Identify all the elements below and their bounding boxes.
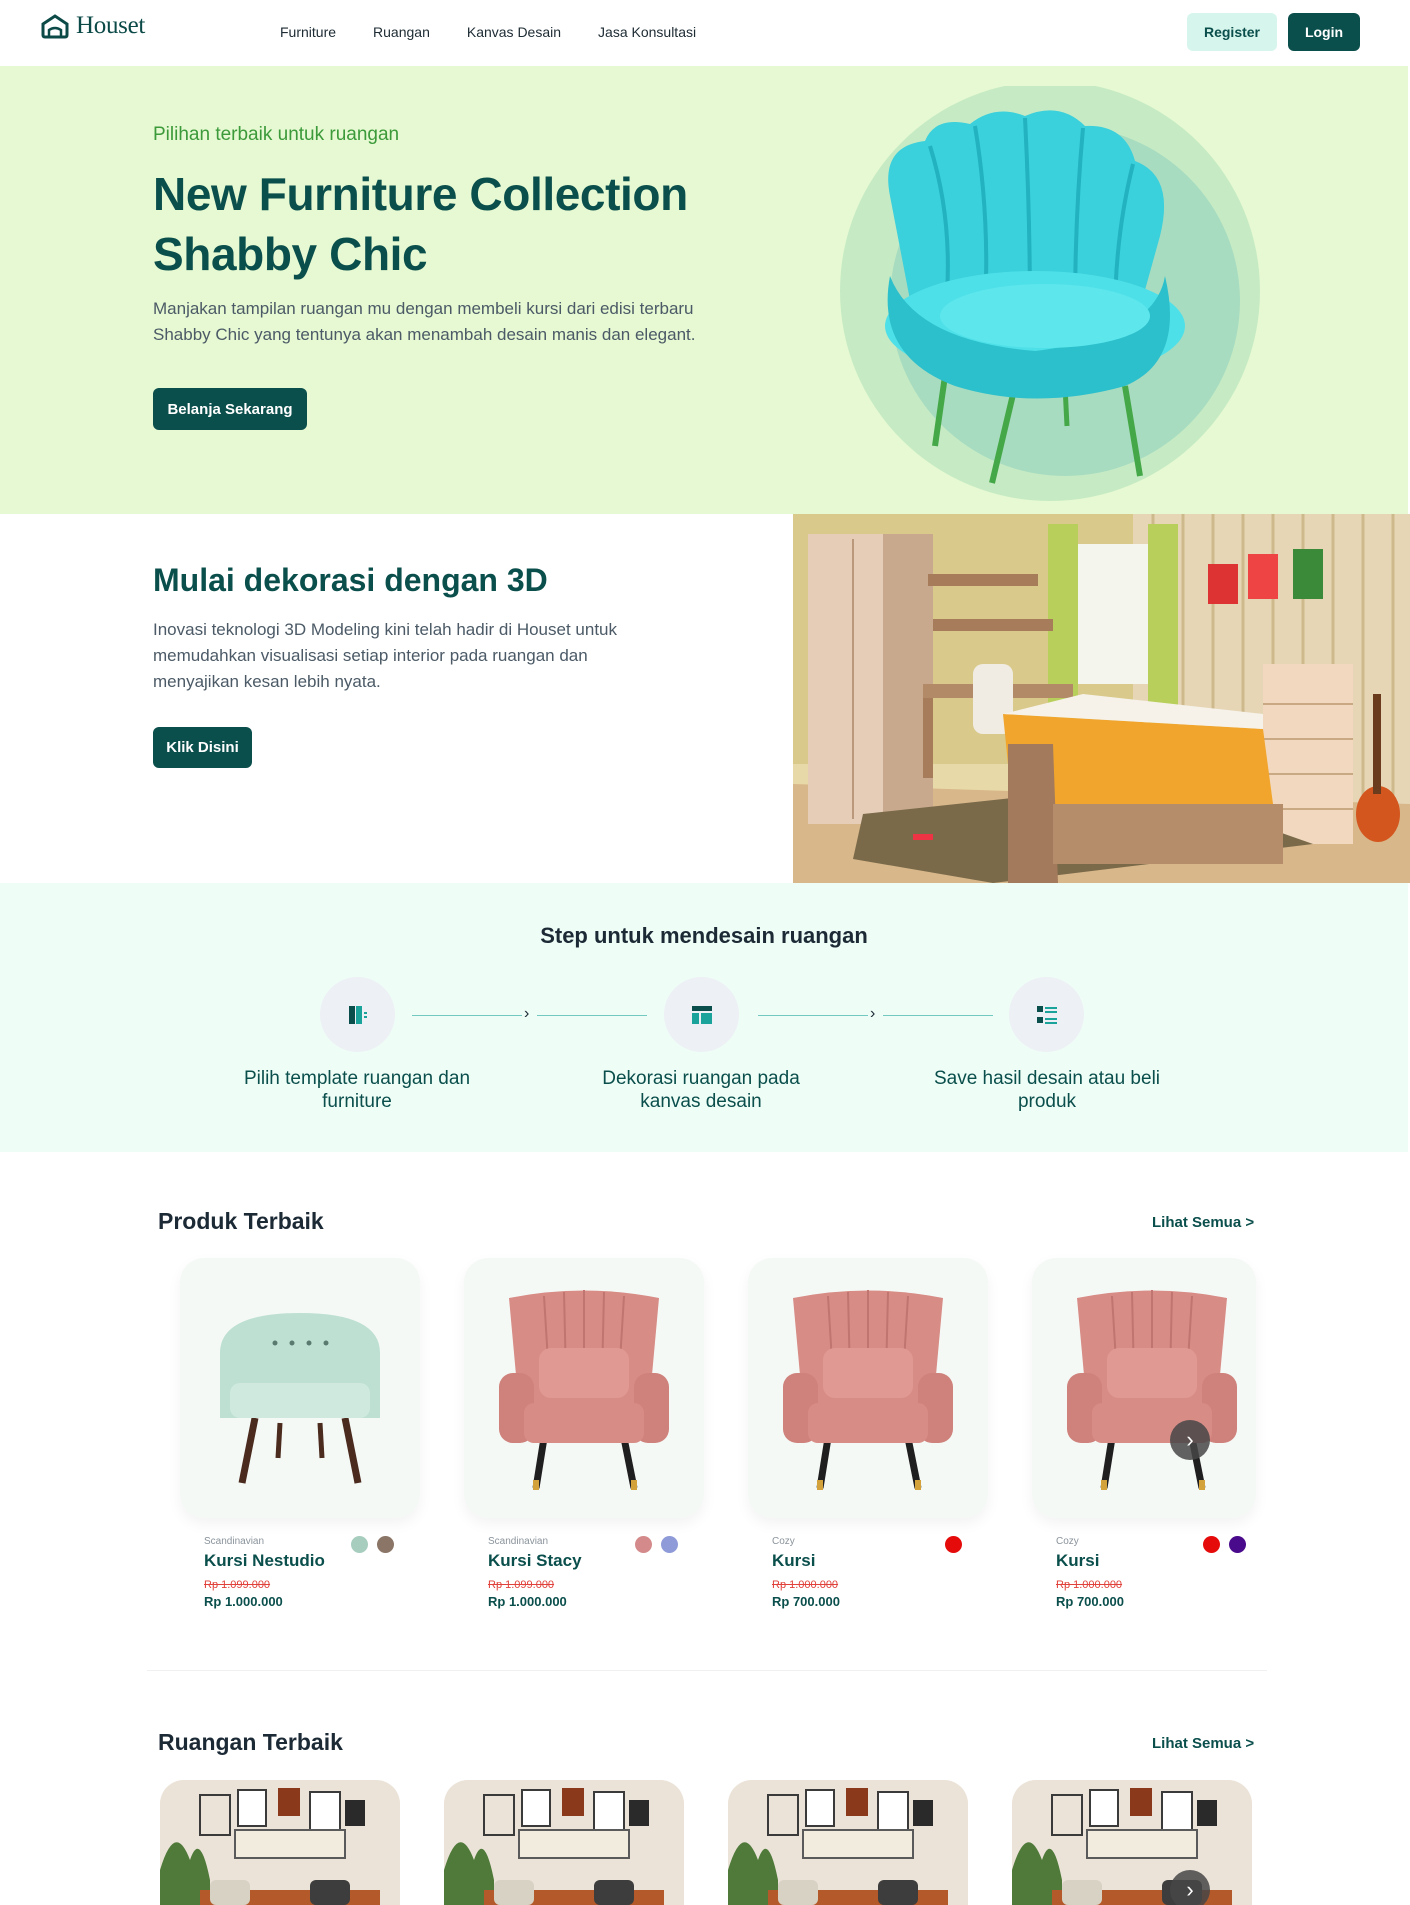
product-old-price: Rp 1.099.000 xyxy=(488,1579,555,1591)
color-swatch[interactable] xyxy=(635,1536,652,1553)
product-card[interactable] xyxy=(180,1258,420,1518)
product-image xyxy=(499,1290,669,1490)
click-here-button[interactable]: Klik Disini xyxy=(153,727,252,768)
product-category: Cozy xyxy=(772,1536,795,1547)
rooms-carousel-next-button[interactable]: › xyxy=(1170,1870,1210,1905)
decor-3d-section: Mulai dekorasi dengan 3D Inovasi teknolo… xyxy=(0,514,1410,883)
hero-section: Pilihan terbaik untuk ruangan New Furnit… xyxy=(0,66,1408,514)
product-image xyxy=(783,1290,953,1490)
top-navbar: Houset Furniture Ruangan Kanvas Desain J… xyxy=(0,0,1410,66)
chevron-right-icon: › xyxy=(870,1005,876,1022)
decor-3d-description: Inovasi teknologi 3D Modeling kini telah… xyxy=(153,620,617,691)
brand-logo[interactable]: Houset xyxy=(40,12,145,40)
step-connector-line xyxy=(883,1015,993,1016)
shop-now-button[interactable]: Belanja Sekarang xyxy=(153,388,307,430)
color-swatch[interactable] xyxy=(377,1536,394,1553)
chevron-right-icon: › xyxy=(524,1005,530,1022)
product-image xyxy=(1067,1290,1237,1490)
product-category: Cozy xyxy=(1056,1536,1079,1547)
best-products-title: Produk Terbaik xyxy=(158,1208,324,1234)
decor-3d-title: Mulai dekorasi dengan 3D xyxy=(153,562,548,598)
section-divider xyxy=(147,1670,1267,1671)
color-swatch[interactable] xyxy=(351,1536,368,1553)
main-menu: Furniture Ruangan Kanvas Desain Jasa Kon… xyxy=(280,24,733,40)
product-name: Kursi Nestudio xyxy=(204,1551,325,1570)
product-price: Rp 1.000.000 xyxy=(488,1594,567,1609)
room-card[interactable] xyxy=(728,1780,968,1905)
see-all-rooms-link[interactable]: Lihat Semua > xyxy=(1152,1735,1254,1752)
menu-item-ruangan[interactable]: Ruangan xyxy=(373,24,430,40)
product-card[interactable] xyxy=(1032,1258,1256,1518)
list-icon xyxy=(1036,1005,1057,1024)
best-rooms-title: Ruangan Terbaik xyxy=(158,1729,343,1755)
product-category: Scandinavian xyxy=(488,1536,549,1547)
room-card[interactable] xyxy=(1012,1780,1252,1905)
step-1-label: Pilih template ruangan dan furniture xyxy=(243,1068,471,1112)
hero-chair-image xyxy=(840,86,1260,501)
step-3-circle xyxy=(1009,977,1084,1052)
product-old-price: Rp 1.099.000 xyxy=(204,1579,271,1591)
hero-title: New Furniture Collection Shabby Chic xyxy=(153,168,688,280)
menu-item-furniture[interactable]: Furniture xyxy=(280,24,336,40)
hero-kicker: Pilihan terbaik untuk ruangan xyxy=(153,124,400,145)
register-button[interactable]: Register xyxy=(1187,13,1277,51)
room-image xyxy=(728,1780,968,1905)
room-image xyxy=(160,1780,400,1905)
see-all-products-link[interactable]: Lihat Semua > xyxy=(1152,1214,1254,1231)
design-steps-section: Step untuk mendesain ruangan Pilih templ… xyxy=(0,883,1408,1152)
product-category: Scandinavian xyxy=(204,1536,265,1547)
product-price: Rp 700.000 xyxy=(772,1594,840,1609)
brand-name: Houset xyxy=(76,12,146,39)
room-image xyxy=(444,1780,684,1905)
carousel-next-button[interactable]: › xyxy=(1170,1420,1210,1460)
bedroom-3d-image xyxy=(793,514,1410,883)
color-swatch[interactable] xyxy=(1229,1536,1246,1553)
step-2-circle xyxy=(664,977,739,1052)
steps-title: Step untuk mendesain ruangan xyxy=(540,923,868,948)
hero-description: Manjakan tampilan ruangan mu dengan memb… xyxy=(153,299,696,344)
step-3-label: Save hasil desain atau beli produk xyxy=(933,1068,1161,1112)
house-logo-icon xyxy=(41,14,69,39)
step-connector-line xyxy=(412,1015,522,1016)
menu-item-jasa-konsultasi[interactable]: Jasa Konsultasi xyxy=(598,24,696,40)
product-old-price: Rp 1.000.000 xyxy=(1056,1579,1123,1591)
product-name: Kursi xyxy=(772,1551,816,1570)
product-name: Kursi Stacy xyxy=(488,1551,582,1570)
room-image xyxy=(1012,1780,1252,1905)
product-old-price: Rp 1.000.000 xyxy=(772,1579,839,1591)
product-price: Rp 700.000 xyxy=(1056,1594,1124,1609)
product-image xyxy=(220,1313,380,1484)
room-card[interactable] xyxy=(160,1780,400,1905)
color-swatch[interactable] xyxy=(1203,1536,1220,1553)
step-connector-line xyxy=(537,1015,647,1016)
room-card[interactable] xyxy=(444,1780,684,1905)
template-icon xyxy=(348,1005,367,1024)
step-connector-line xyxy=(758,1015,868,1016)
product-card[interactable] xyxy=(464,1258,704,1518)
layout-icon xyxy=(691,1005,712,1024)
color-swatch[interactable] xyxy=(945,1536,962,1553)
step-2-label: Dekorasi ruangan pada kanvas desain xyxy=(602,1068,800,1112)
step-1-circle xyxy=(320,977,395,1052)
login-button[interactable]: Login xyxy=(1288,13,1360,51)
menu-item-kanvas-desain[interactable]: Kanvas Desain xyxy=(467,24,561,40)
product-card[interactable] xyxy=(748,1258,988,1518)
product-price: Rp 1.000.000 xyxy=(204,1594,283,1609)
product-name: Kursi xyxy=(1056,1551,1100,1570)
color-swatch[interactable] xyxy=(661,1536,678,1553)
